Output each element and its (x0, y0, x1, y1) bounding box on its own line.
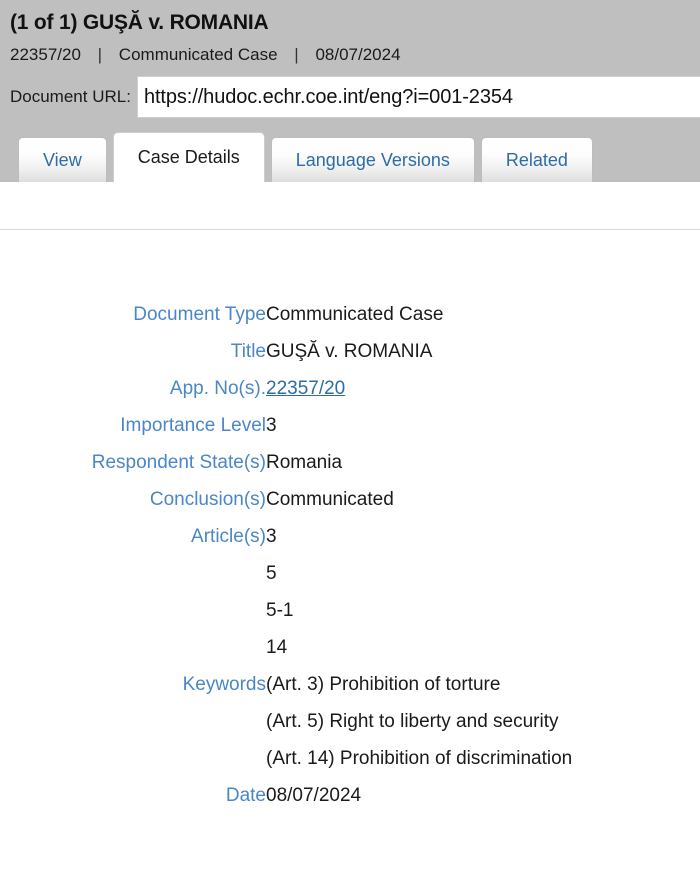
detail-value-cell: GUŞĂ v. ROMANIA (266, 333, 700, 370)
detail-value-article: 3 (266, 518, 700, 555)
detail-label-articles: Article(s) (191, 526, 266, 547)
detail-label-date: Date (226, 785, 266, 806)
detail-label-title: Title (231, 341, 266, 362)
detail-value-cell: (Art. 3) Prohibition of torture (Art. 5)… (266, 666, 700, 777)
detail-value-article: 5 (266, 555, 700, 592)
detail-value-article: 5-1 (266, 592, 700, 629)
detail-label-cell: App. No(s). (0, 370, 266, 407)
detail-value-keyword: (Art. 3) Prohibition of torture (266, 666, 700, 703)
detail-value-date: 08/07/2024 (266, 785, 361, 806)
document-url-row: Document URL: https://hudoc.echr.coe.int… (10, 76, 700, 118)
table-row: Importance Level 3 (0, 407, 700, 444)
panel-divider (0, 229, 700, 230)
detail-label-cell: Article(s) (0, 518, 266, 666)
table-row: Conclusion(s) Communicated (0, 481, 700, 518)
meta-separator-2: | (282, 40, 310, 70)
table-row: Keywords (Art. 3) Prohibition of torture… (0, 666, 700, 777)
detail-label-cell: Date (0, 777, 266, 814)
table-row: Title GUŞĂ v. ROMANIA (0, 333, 700, 370)
tab-bar: View Case Details Language Versions Rela… (0, 128, 700, 182)
detail-label-cell: Document Type (0, 296, 266, 333)
detail-label-document-type: Document Type (133, 304, 266, 325)
meta-separator-1: | (86, 40, 114, 70)
document-header: (1 of 1) GUŞĂ v. ROMANIA 22357/20 | Comm… (0, 0, 700, 128)
tab-view[interactable]: View (18, 137, 107, 182)
detail-label-cell: Keywords (0, 666, 266, 777)
page-title: (1 of 1) GUŞĂ v. ROMANIA (10, 0, 700, 38)
table-row: Date 08/07/2024 (0, 777, 700, 814)
detail-label-importance-level: Importance Level (120, 415, 266, 436)
document-url-input[interactable]: https://hudoc.echr.coe.int/eng?i=001-235… (137, 76, 700, 118)
detail-value-document-type: Communicated Case (266, 304, 443, 325)
detail-label-cell: Conclusion(s) (0, 481, 266, 518)
detail-label-cell: Respondent State(s) (0, 444, 266, 481)
detail-value-title: GUŞĂ v. ROMANIA (266, 341, 432, 362)
detail-label-keywords: Keywords (183, 674, 266, 695)
meta-date: 08/07/2024 (315, 45, 400, 64)
document-url-value: https://hudoc.echr.coe.int/eng?i=001-235… (138, 86, 513, 109)
case-details-table: Document Type Communicated Case Title GU… (0, 296, 700, 814)
document-meta-line: 22357/20 | Communicated Case | 08/07/202… (10, 38, 700, 70)
detail-value-cell: 22357/20 (266, 370, 700, 407)
tab-case-details[interactable]: Case Details (113, 132, 265, 182)
detail-value-article: 14 (266, 629, 700, 666)
table-row: Respondent State(s) Romania (0, 444, 700, 481)
detail-label-cell: Importance Level (0, 407, 266, 444)
detail-value-importance-level: 3 (266, 415, 277, 436)
detail-value-keyword: (Art. 5) Right to liberty and security (266, 703, 700, 740)
detail-value-cell: 08/07/2024 (266, 777, 700, 814)
detail-value-cell: Communicated (266, 481, 700, 518)
detail-value-cell: 3 (266, 407, 700, 444)
table-row: Article(s) 3 5 5-1 14 (0, 518, 700, 666)
detail-value-cell: Communicated Case (266, 296, 700, 333)
document-url-label: Document URL: (10, 87, 137, 107)
detail-label-cell: Title (0, 333, 266, 370)
detail-value-app-no-link[interactable]: 22357/20 (266, 370, 345, 407)
detail-label-app-no: App. No(s). (170, 378, 266, 399)
detail-value-respondent-state: Romania (266, 452, 342, 473)
detail-value-keyword: (Art. 14) Prohibition of discrimination (266, 740, 700, 777)
table-row: App. No(s). 22357/20 (0, 370, 700, 407)
detail-value-conclusion: Communicated (266, 489, 394, 510)
meta-app-no: 22357/20 (10, 45, 81, 64)
tab-language-versions[interactable]: Language Versions (271, 137, 475, 182)
case-details-panel: Document Type Communicated Case Title GU… (0, 229, 700, 877)
detail-label-respondent-state: Respondent State(s) (92, 452, 266, 473)
tab-related[interactable]: Related (481, 137, 593, 182)
detail-label-conclusion: Conclusion(s) (150, 489, 266, 510)
meta-doc-type: Communicated Case (119, 45, 278, 64)
table-row: Document Type Communicated Case (0, 296, 700, 333)
detail-value-cell: 3 5 5-1 14 (266, 518, 700, 666)
detail-value-cell: Romania (266, 444, 700, 481)
